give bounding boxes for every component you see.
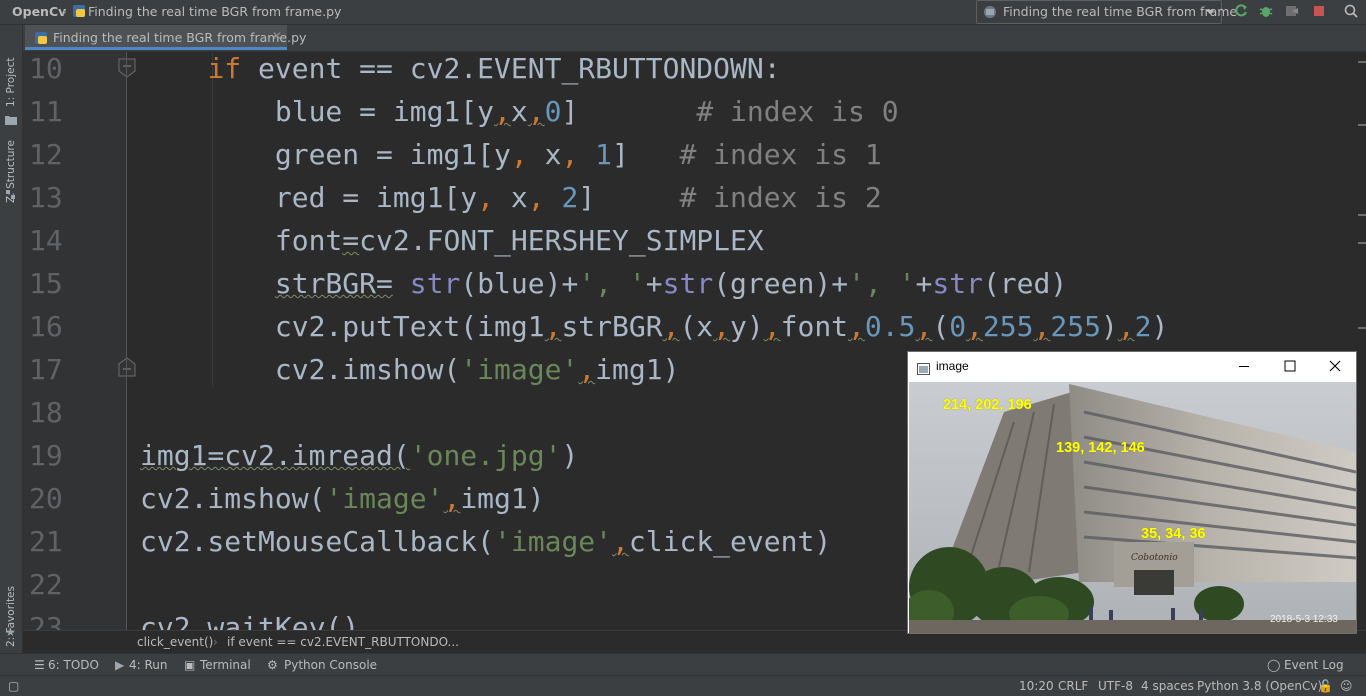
scroll-marker <box>1358 61 1366 63</box>
photo-illustration: Cobotonio <box>909 382 1356 633</box>
code-line[interactable]: cv2.imshow('image',img1) <box>140 482 545 515</box>
indent-setting[interactable]: 4 spaces <box>1141 679 1194 693</box>
crumb-separator-icon: › <box>62 4 67 19</box>
todo-icon: ☰ <box>34 658 45 672</box>
window-app-icon <box>917 360 930 379</box>
line-number: 19 <box>29 439 63 472</box>
scroll-marker <box>1358 214 1366 216</box>
photo-timestamp: 2018-5-3 12:33 <box>1270 614 1338 625</box>
gutter-divider <box>126 52 127 630</box>
debug-bug-icon[interactable] <box>1258 3 1274 19</box>
breadcrumb-separator-icon: › <box>213 635 218 649</box>
fold-end-marker-icon[interactable] <box>118 357 136 381</box>
event-log-icon: ◯ <box>1267 658 1281 672</box>
line-number-gutter: 10 11 12 13 14 15 16 17 18 19 20 21 22 2… <box>23 52 136 630</box>
rerun-icon[interactable] <box>1233 3 1249 19</box>
line-number: 13 <box>29 181 63 214</box>
building-photo[interactable]: Cobotonio 214, 202, 196 139, 142, 146 35… <box>909 382 1356 633</box>
scroll-marker <box>1358 124 1366 126</box>
fold-marker-icon[interactable] <box>118 58 136 82</box>
line-number: 16 <box>29 310 63 343</box>
left-tool-strip: 1: Project Z: Structure 2: Favorites ★ <box>0 25 23 653</box>
line-number: 17 <box>29 353 63 386</box>
run-configuration-label: Finding the real time BGR from frame <box>1003 4 1238 19</box>
line-number: 18 <box>29 396 63 429</box>
line-number: 15 <box>29 267 63 300</box>
line-number: 11 <box>29 95 63 128</box>
close-icon[interactable]: ✕ <box>272 29 282 43</box>
window-title: image <box>936 359 969 373</box>
code-line[interactable]: img1=cv2.imread('one.jpg') <box>140 439 578 472</box>
chevron-down-icon <box>1205 4 1215 23</box>
bgr-overlay-text: 139, 142, 146 <box>1056 440 1145 456</box>
folder-icon <box>5 110 17 129</box>
star-icon: ★ <box>5 625 16 639</box>
python-file-icon <box>34 30 48 49</box>
line-number: 23 <box>29 611 63 630</box>
svg-text:Cobotonio: Cobotonio <box>1131 553 1178 563</box>
code-line[interactable]: red = img1[y, x, 2] # index is 2 <box>140 181 882 214</box>
run-configuration-select[interactable]: Finding the real time BGR from frame <box>976 0 1237 24</box>
line-number: 14 <box>29 224 63 257</box>
run-icon: ▶ <box>115 658 125 672</box>
scroll-marker <box>1358 242 1366 244</box>
event-log-tool-button[interactable]: Event Log <box>1284 658 1344 672</box>
todo-tool-button[interactable]: 6: TODO <box>48 658 99 672</box>
window-titlebar[interactable]: image <box>908 352 1356 381</box>
line-number: 10 <box>29 52 63 85</box>
line-number: 22 <box>29 568 63 601</box>
bgr-overlay-text: 35, 34, 36 <box>1141 526 1206 542</box>
file-encoding[interactable]: UTF-8 <box>1098 679 1133 693</box>
code-line[interactable]: green = img1[y, x, 1] # index is 1 <box>140 138 882 171</box>
code-line[interactable]: cv2.setMouseCallback('image',click_event… <box>140 525 831 558</box>
file-crumb[interactable]: Finding the real time BGR from frame.py <box>88 4 341 19</box>
breadcrumb-statement[interactable]: if event == cv2.EVENT_RBUTTONDO... <box>227 635 459 649</box>
caret-position[interactable]: 10:20 <box>1019 679 1054 693</box>
structure-icon <box>6 185 16 204</box>
stop-icon[interactable] <box>1311 3 1327 19</box>
code-line[interactable]: font=cv2.FONT_HERSHEY_SIMPLEX <box>140 224 764 257</box>
code-line[interactable]: cv2.waitKey() <box>140 611 359 630</box>
project-crumb[interactable]: OpenCv <box>12 4 66 19</box>
image-window[interactable]: image Cobotonio 214, 202, 196 139, 142, … <box>907 351 1357 634</box>
status-bar: ▢ 10:20 CRLF UTF-8 4 spaces Python 3.8 (… <box>0 675 1366 696</box>
editor-tab-bar: Finding the real time BGR from frame.py … <box>23 25 1366 52</box>
code-line[interactable]: cv2.putText(img1,strBGR,(x,y),font,0.5,(… <box>140 310 1169 343</box>
breadcrumb-function[interactable]: click_event() <box>137 635 213 649</box>
code-line[interactable]: strBGR= str(blue)+', '+str(green)+', '+s… <box>140 267 1067 300</box>
line-number: 12 <box>29 138 63 171</box>
run-tool-button[interactable]: 4: Run <box>129 658 168 672</box>
line-separator[interactable]: CRLF <box>1058 679 1088 693</box>
coverage-icon[interactable] <box>1284 3 1300 19</box>
close-icon[interactable] <box>1312 352 1356 381</box>
line-number: 21 <box>29 525 63 558</box>
project-tool-tab[interactable]: 1: Project <box>5 58 17 107</box>
scroll-marker <box>1358 327 1366 329</box>
minimize-icon[interactable] <box>1221 352 1267 381</box>
python-file-icon <box>72 4 86 21</box>
tool-window-bar: ☰ 6: TODO ▶ 4: Run ▣ Terminal ⚙ Python C… <box>0 653 1366 676</box>
search-icon[interactable] <box>1343 3 1359 19</box>
python-run-icon <box>983 4 997 23</box>
terminal-icon: ▣ <box>184 658 196 672</box>
lock-icon[interactable]: 🔓 <box>1318 679 1333 693</box>
terminal-tool-button[interactable]: Terminal <box>200 658 251 672</box>
navigation-bar: OpenCv › Finding the real time BGR from … <box>0 0 1366 25</box>
tool-windows-toggle-icon[interactable]: ▢ <box>8 679 19 693</box>
code-line[interactable]: if event == cv2.EVENT_RBUTTONDOWN: <box>140 52 780 85</box>
python-interpreter[interactable]: Python 3.8 (OpenCv) <box>1197 679 1322 693</box>
notifications-icon[interactable]: ☺ <box>1340 679 1353 693</box>
editor-tab[interactable]: Finding the real time BGR from frame.py … <box>25 25 306 50</box>
code-line[interactable]: cv2.imshow('image',img1) <box>140 353 680 386</box>
code-line[interactable]: blue = img1[y,x,0] # index is 0 <box>140 95 899 128</box>
editor-tab-label: Finding the real time BGR from frame.py <box>53 30 307 45</box>
bgr-overlay-text: 214, 202, 196 <box>943 397 1032 413</box>
python-console-icon: ⚙ <box>267 658 278 672</box>
maximize-icon[interactable] <box>1267 352 1313 381</box>
line-number: 20 <box>29 482 63 515</box>
python-console-tool-button[interactable]: Python Console <box>284 658 377 672</box>
